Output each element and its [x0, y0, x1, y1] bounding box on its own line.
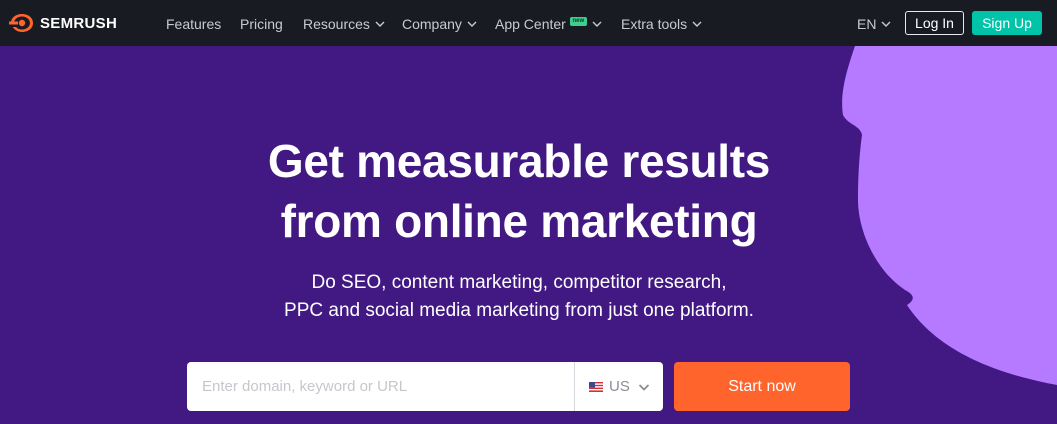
top-nav: SEMRUSH Features Pricing Resources Compa…: [0, 0, 1057, 46]
signup-button[interactable]: Sign Up: [972, 11, 1042, 35]
search-form: US: [187, 362, 663, 411]
nav-extra-tools[interactable]: Extra tools: [621, 15, 702, 33]
chevron-down-icon: [881, 21, 891, 27]
nav-company-label: Company: [402, 16, 462, 32]
nav-features[interactable]: Features: [166, 15, 221, 33]
hero-headline: Get measurable results from online marke…: [0, 131, 1038, 251]
nav-extra-tools-label: Extra tools: [621, 16, 688, 32]
domain-search-input[interactable]: [187, 362, 574, 411]
nav-company[interactable]: Company: [402, 15, 477, 33]
login-button[interactable]: Log In: [905, 11, 964, 35]
nav-app-center[interactable]: App Center new: [495, 15, 602, 33]
hero-headline-line2: from online marketing: [280, 195, 758, 247]
database-select[interactable]: US: [575, 362, 663, 411]
nav-pricing[interactable]: Pricing: [240, 15, 283, 33]
chevron-down-icon: [375, 21, 385, 27]
chevron-down-icon: [638, 383, 649, 391]
nav-features-label: Features: [166, 16, 222, 32]
us-flag-icon: [589, 381, 603, 392]
hero-sub-line2: PPC and social media marketing from just…: [284, 300, 754, 321]
nav-resources-label: Resources: [303, 16, 370, 32]
hero-sub-line1: Do SEO, content marketing, competitor re…: [311, 272, 727, 293]
brand-name: SEMRUSH: [40, 14, 118, 32]
nav-resources[interactable]: Resources: [303, 15, 385, 33]
semrush-logo[interactable]: SEMRUSH: [9, 13, 117, 33]
chevron-down-icon: [592, 21, 602, 27]
hero-headline-line1: Get measurable results: [267, 135, 771, 187]
chevron-down-icon: [692, 21, 702, 27]
language-selector[interactable]: EN: [857, 15, 891, 33]
language-label: EN: [857, 16, 877, 32]
nav-app-center-label: App Center: [495, 16, 566, 32]
new-badge: new: [569, 16, 587, 26]
database-label: US: [609, 378, 630, 395]
start-now-button[interactable]: Start now: [674, 362, 850, 411]
chevron-down-icon: [467, 21, 477, 27]
nav-pricing-label: Pricing: [240, 16, 283, 32]
semrush-flame-icon: [9, 14, 33, 32]
hero-subheading: Do SEO, content marketing, competitor re…: [0, 269, 1038, 325]
